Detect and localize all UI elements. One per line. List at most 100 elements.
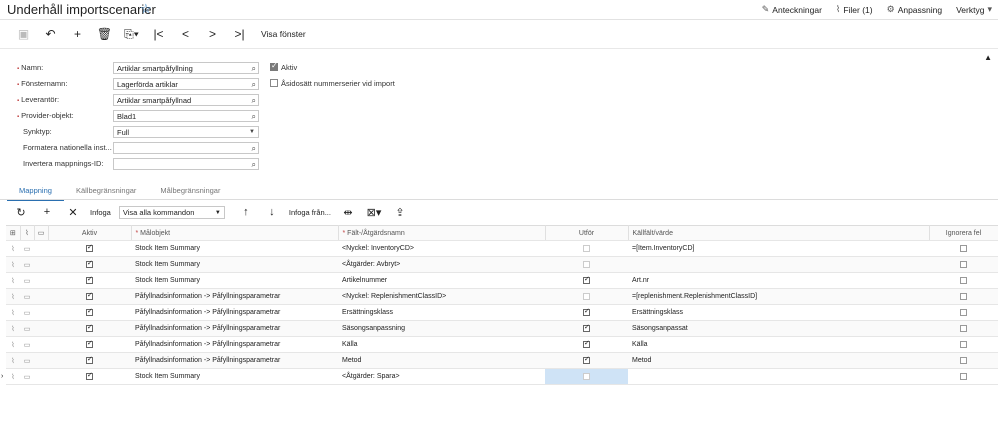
- notes-link[interactable]: ✎ Anteckningar: [762, 4, 822, 15]
- invertera-field[interactable]: ⌕: [113, 158, 259, 170]
- namn-field[interactable]: Artiklar smartpåfyllning ⌕: [113, 62, 259, 74]
- note-icon[interactable]: ▭: [20, 288, 34, 305]
- col-utfor[interactable]: Utför: [545, 225, 629, 241]
- aktiv-cell[interactable]: [48, 272, 131, 289]
- row-settings-icon[interactable]: ⊞: [6, 225, 21, 241]
- attachment-icon[interactable]: ⌇: [6, 272, 20, 289]
- malobjekt-cell[interactable]: Påfyllnadsinformation -> Påfyllningspara…: [131, 352, 338, 369]
- attachment-icon[interactable]: ⌇: [6, 368, 20, 385]
- note-icon[interactable]: ▭: [20, 272, 34, 289]
- aktiv-cell[interactable]: [48, 320, 131, 337]
- collapse-icon[interactable]: ▲: [984, 53, 992, 62]
- utfor-cell[interactable]: [545, 336, 628, 353]
- note-icon[interactable]: ▭: [20, 256, 34, 273]
- search-icon[interactable]: ⌕: [252, 79, 256, 90]
- ignorera-cell[interactable]: [929, 272, 998, 289]
- files-link[interactable]: ⌇ Filer (1): [836, 4, 873, 15]
- add-icon[interactable]: +: [64, 27, 91, 41]
- kallfalt-cell[interactable]: Art.nr: [628, 272, 929, 289]
- faltnamn-cell[interactable]: Metod: [338, 352, 545, 369]
- attachment-icon[interactable]: ⌇: [6, 240, 20, 257]
- search-icon[interactable]: ⌕: [252, 159, 256, 170]
- kallfalt-cell[interactable]: Säsongsanpassat: [628, 320, 929, 337]
- aktiv-cell[interactable]: [48, 256, 131, 273]
- export-icon[interactable]: ⊠▾: [361, 206, 387, 219]
- attachment-icon[interactable]: ⌇: [6, 320, 20, 337]
- utfor-checkbox[interactable]: [583, 355, 590, 364]
- table-row[interactable]: ⌇▭ Påfyllnadsinformation -> Påfyllningspa…: [6, 352, 998, 369]
- previous-record-icon[interactable]: <: [172, 27, 199, 41]
- faltnamn-cell[interactable]: Säsongsanpassning: [338, 320, 545, 337]
- ignorera-cell[interactable]: [929, 320, 998, 337]
- kallfalt-cell[interactable]: Källa: [628, 336, 929, 353]
- provider-field[interactable]: Blad1 ⌕: [113, 110, 259, 122]
- utfor-checkbox[interactable]: [583, 307, 590, 316]
- utfor-checkbox[interactable]: [583, 323, 590, 332]
- search-icon[interactable]: ⌕: [252, 111, 256, 122]
- table-row[interactable]: ⌇▭ Stock Item Summary<Åtgärder: Avbryt>: [6, 256, 998, 273]
- ignorera-cell[interactable]: [929, 304, 998, 321]
- aktiv-checkbox[interactable]: [270, 61, 278, 71]
- table-row[interactable]: ⌇▭ Påfyllnadsinformation -> Påfyllningspa…: [6, 288, 998, 305]
- faltnamn-cell[interactable]: <Åtgärder: Avbryt>: [338, 256, 545, 273]
- col-ignorera[interactable]: Ignorera fel: [929, 225, 998, 241]
- kallfalt-cell[interactable]: [628, 256, 929, 273]
- ignorera-cell[interactable]: [929, 352, 998, 369]
- move-up-icon[interactable]: ↑: [233, 206, 259, 218]
- aktiv-checkbox[interactable]: [86, 307, 93, 316]
- aktiv-checkbox[interactable]: [86, 259, 93, 268]
- malobjekt-cell[interactable]: Stock Item Summary: [131, 256, 338, 273]
- aktiv-cell[interactable]: [48, 368, 131, 385]
- ignorera-cell[interactable]: [929, 368, 998, 385]
- tools-menu[interactable]: Verktyg ▾: [956, 4, 992, 15]
- next-record-icon[interactable]: >: [199, 27, 226, 41]
- ignorera-checkbox[interactable]: [960, 308, 967, 316]
- ignorera-cell[interactable]: [929, 256, 998, 273]
- utfor-cell[interactable]: [545, 320, 628, 337]
- faltnamn-cell[interactable]: Ersättningsklass: [338, 304, 545, 321]
- utfor-cell[interactable]: [545, 272, 628, 289]
- table-row[interactable]: ⌇▭ Stock Item Summary<Nyckel: InventoryCD…: [6, 240, 998, 257]
- ignorera-checkbox[interactable]: [960, 244, 967, 252]
- add-row-icon[interactable]: +: [34, 206, 60, 218]
- table-row[interactable]: ⌇▭ Påfyllnadsinformation -> Påfyllningspa…: [6, 320, 998, 337]
- ignorera-checkbox[interactable]: [960, 372, 967, 380]
- utfor-cell[interactable]: [545, 288, 628, 305]
- utfor-checkbox[interactable]: [583, 244, 590, 252]
- fonsternamn-field[interactable]: Lagerförda artiklar ⌕: [113, 78, 259, 90]
- aktiv-cell[interactable]: [48, 352, 131, 369]
- ignorera-checkbox[interactable]: [960, 340, 967, 348]
- ignorera-checkbox[interactable]: [960, 356, 967, 364]
- aktiv-checkbox[interactable]: [86, 291, 93, 300]
- attachment-icon[interactable]: ⌇: [6, 336, 20, 353]
- utfor-cell[interactable]: [545, 304, 628, 321]
- note-icon[interactable]: ▭: [20, 368, 34, 385]
- kallfalt-cell[interactable]: Ersättningsklass: [628, 304, 929, 321]
- malobjekt-cell[interactable]: Påfyllnadsinformation -> Påfyllningspara…: [131, 304, 338, 321]
- customization-link[interactable]: ⚙ Anpassning: [887, 4, 943, 15]
- search-icon[interactable]: ⌕: [252, 63, 256, 74]
- col-aktiv[interactable]: Aktiv: [48, 225, 132, 241]
- utfor-cell[interactable]: [545, 256, 628, 273]
- malobjekt-cell[interactable]: Påfyllnadsinformation -> Påfyllningspara…: [131, 288, 338, 305]
- insert-from-button[interactable]: Infoga från...: [285, 208, 335, 217]
- show-window-button[interactable]: Visa fönster: [261, 29, 306, 39]
- last-record-icon[interactable]: >|: [226, 27, 253, 41]
- faltnamn-cell[interactable]: <Åtgärder: Spara>: [338, 368, 545, 385]
- aktiv-checkbox[interactable]: [86, 243, 93, 252]
- utfor-checkbox[interactable]: [583, 292, 590, 300]
- malobjekt-cell[interactable]: Stock Item Summary: [131, 272, 338, 289]
- aktiv-checkbox[interactable]: [86, 275, 93, 284]
- kallfalt-cell[interactable]: Metod: [628, 352, 929, 369]
- asidosatt-checkbox[interactable]: [270, 79, 278, 87]
- attachment-icon[interactable]: ⌇: [6, 288, 20, 305]
- ignorera-cell[interactable]: [929, 240, 998, 257]
- kallfalt-cell[interactable]: [628, 368, 929, 385]
- aktiv-cell[interactable]: [48, 288, 131, 305]
- table-row[interactable]: ⌇▭ Påfyllnadsinformation -> Påfyllningspa…: [6, 304, 998, 321]
- aktiv-checkbox[interactable]: [86, 355, 93, 364]
- faltnamn-cell[interactable]: <Nyckel: InventoryCD>: [338, 240, 545, 257]
- favorite-star-icon[interactable]: ☆: [140, 1, 152, 17]
- ignorera-cell[interactable]: [929, 336, 998, 353]
- table-row[interactable]: ⌇▭ Stock Item Summary<Åtgärder: Spara>: [6, 368, 998, 385]
